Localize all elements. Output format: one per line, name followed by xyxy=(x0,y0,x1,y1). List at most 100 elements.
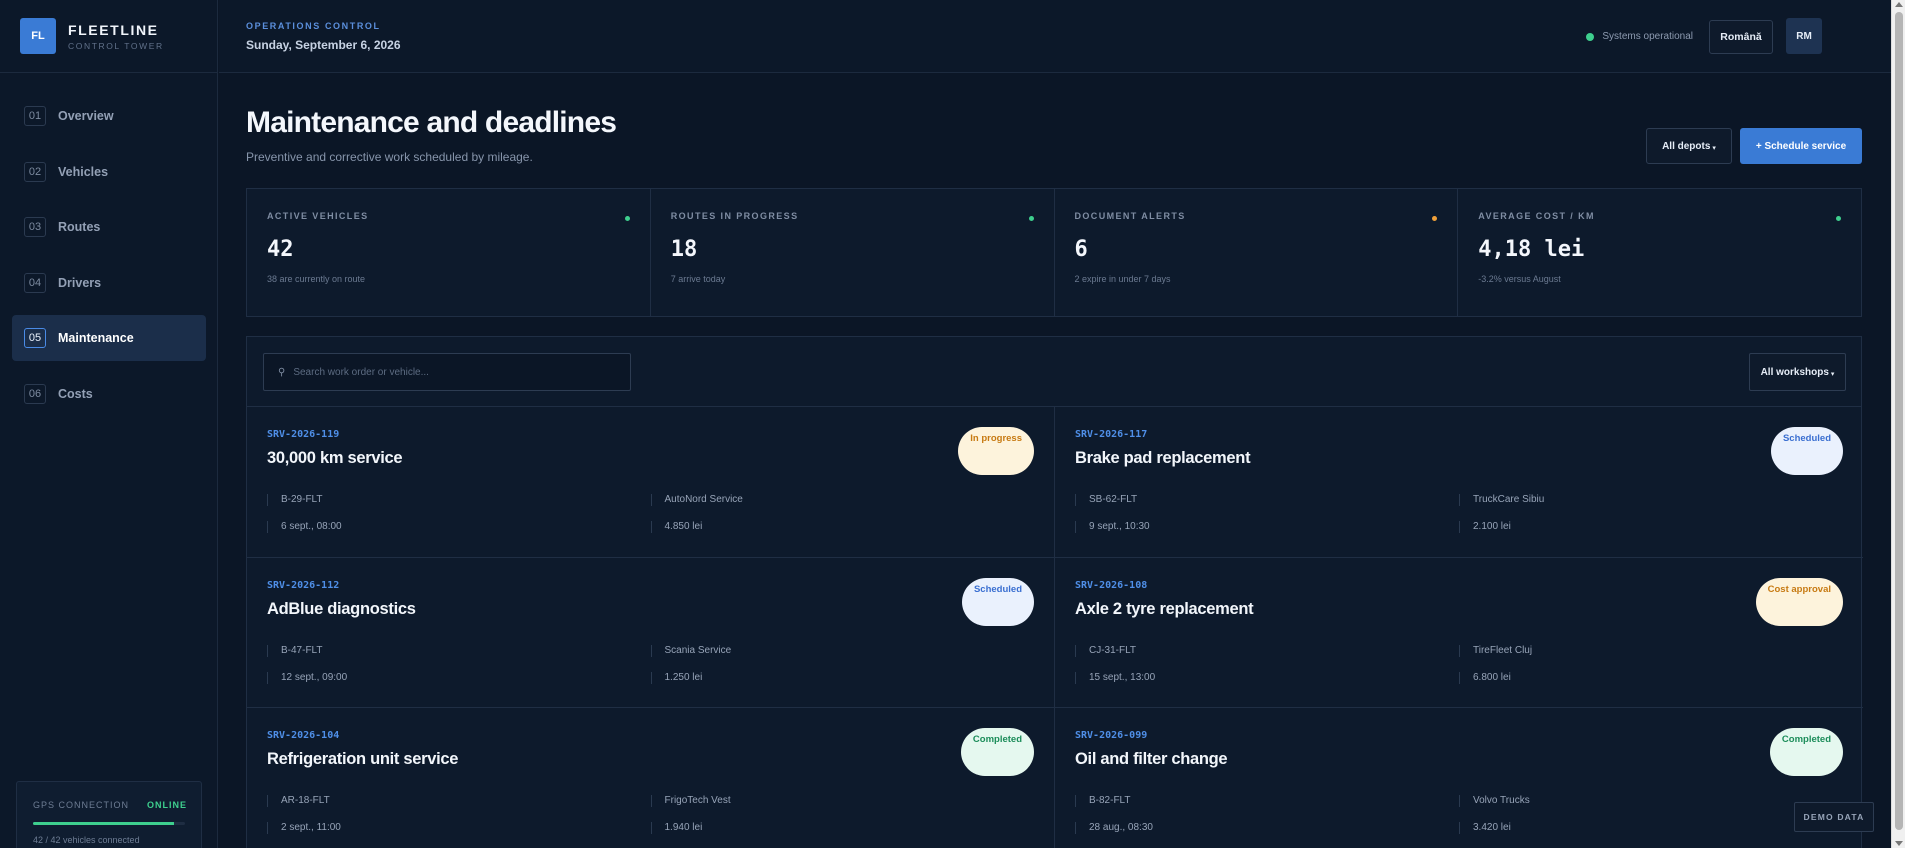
kpi-label: AVERAGE COST / KM xyxy=(1478,211,1595,221)
depot-filter-button[interactable]: All depots ▾ xyxy=(1646,128,1732,164)
sidebar-item-label: Maintenance xyxy=(58,331,134,346)
sidebar: FL FLEETLINE CONTROL TOWER 01 Overview 0… xyxy=(0,0,218,848)
page-title: Maintenance and deadlines xyxy=(246,106,617,139)
kpi-label: ROUTES IN PROGRESS xyxy=(670,211,799,221)
appointment-date: 15 sept., 13:00 xyxy=(1075,671,1459,684)
status-dot-icon xyxy=(1836,216,1841,221)
gps-connection-card: GPS CONNECTION ONLINE 42 / 42 vehicles c… xyxy=(16,781,202,848)
kpi-note: -3.2% versus August xyxy=(1478,274,1561,284)
vertical-scrollbar[interactable] xyxy=(1891,0,1905,848)
status-badge: Scheduled xyxy=(961,577,1034,626)
work-order-card[interactable]: SRV-2026-104 Refrigeration unit service … xyxy=(247,708,1055,848)
status-badge: Scheduled xyxy=(1770,427,1843,475)
appointment-date: 6 sept., 08:00 xyxy=(267,521,651,533)
kpi-value: 18 xyxy=(670,237,698,262)
demo-data-badge[interactable]: DEMO DATA xyxy=(1794,802,1874,832)
work-order-card[interactable]: SRV-2026-119 30,000 km service In progre… xyxy=(247,407,1055,558)
kpi-average-cost: AVERAGE COST / KM 4,18 lei -3.2% versus … xyxy=(1458,189,1861,316)
section-eyebrow: OPERATIONS CONTROL xyxy=(246,21,381,31)
avatar[interactable]: RM xyxy=(1786,18,1822,54)
status-badge: Completed xyxy=(960,728,1034,776)
work-order-title: Oil and filter change xyxy=(1075,750,1228,768)
brand-name: FLEETLINE xyxy=(68,21,159,38)
workshop-filter-label: All workshops xyxy=(1760,366,1829,378)
work-order-id: SRV-2026-108 xyxy=(1075,579,1148,591)
sidebar-item-costs[interactable]: 06 Costs xyxy=(12,371,206,417)
schedule-service-button[interactable]: + Schedule service xyxy=(1740,128,1862,164)
work-order-card[interactable]: SRV-2026-117 Brake pad replacement Sched… xyxy=(1055,407,1863,558)
page-subtitle: Preventive and corrective work scheduled… xyxy=(246,150,533,164)
kpi-value: 42 xyxy=(267,237,294,262)
workshop-name: TruckCare Sibiu xyxy=(1459,494,1843,506)
work-order-id: SRV-2026-112 xyxy=(267,579,340,591)
gps-progress-fill xyxy=(33,822,175,825)
service-cost: 4.850 lei xyxy=(650,521,1035,533)
service-cost: 2.100 lei xyxy=(1459,521,1843,533)
work-orders-panel: ⚲ All workshops ▾ SRV-2026-119 30,000 km… xyxy=(246,336,1863,848)
search-input[interactable] xyxy=(293,366,614,378)
kpi-label: DOCUMENT ALERTS xyxy=(1074,211,1186,221)
work-order-title: 30,000 km service xyxy=(267,449,403,467)
work-order-id: SRV-2026-099 xyxy=(1075,730,1148,741)
sidebar-item-label: Routes xyxy=(58,220,101,235)
sidebar-item-vehicles[interactable]: 02 Vehicles xyxy=(12,149,206,195)
system-status-text: Systems operational xyxy=(1602,31,1693,42)
vehicle-plate: AR-18-FLT xyxy=(267,795,651,807)
work-order-card[interactable]: SRV-2026-108 Axle 2 tyre replacement Cos… xyxy=(1055,558,1863,708)
service-cost: 6.800 lei xyxy=(1459,671,1843,684)
kpi-note: 2 expire in under 7 days xyxy=(1074,274,1171,284)
workshop-name: FrigoTech Vest xyxy=(650,795,1035,807)
brand[interactable]: FL FLEETLINE CONTROL TOWER xyxy=(0,0,217,73)
work-order-title: Refrigeration unit service xyxy=(267,750,459,768)
sidebar-nav: 01 Overview 02 Vehicles 03 Routes 04 Dri… xyxy=(12,93,206,427)
search-box: ⚲ xyxy=(263,353,631,391)
sidebar-item-routes[interactable]: 03 Routes xyxy=(12,204,206,250)
appointment-date: 12 sept., 09:00 xyxy=(267,671,651,684)
language-button[interactable]: Română xyxy=(1709,20,1773,54)
sidebar-item-number: 03 xyxy=(24,217,46,238)
kpi-note: 38 are currently on route xyxy=(267,274,366,284)
service-cost: 1.250 lei xyxy=(650,671,1035,684)
appointment-date: 2 sept., 11:00 xyxy=(267,822,651,834)
work-order-grid: SRV-2026-119 30,000 km service In progre… xyxy=(247,407,1863,848)
work-order-card[interactable]: SRV-2026-099 Oil and filter change Compl… xyxy=(1055,708,1863,848)
workshop-name: Volvo Trucks xyxy=(1459,795,1843,807)
sidebar-item-number: 02 xyxy=(24,161,46,182)
work-order-title: Brake pad replacement xyxy=(1075,449,1251,467)
current-date: Sunday, September 6, 2026 xyxy=(246,38,401,52)
status-dot-icon xyxy=(1028,216,1034,221)
status-dot-icon xyxy=(1586,32,1595,41)
work-order-id: SRV-2026-119 xyxy=(267,429,340,440)
workshop-filter-button[interactable]: All workshops ▾ xyxy=(1749,353,1846,391)
service-cost: 3.420 lei xyxy=(1459,822,1843,834)
sidebar-item-number: 05 xyxy=(24,328,46,349)
sidebar-item-drivers[interactable]: 04 Drivers xyxy=(12,260,206,306)
gps-progress-bar xyxy=(33,822,185,825)
chevron-down-icon: ▾ xyxy=(1830,371,1835,378)
sidebar-item-label: Vehicles xyxy=(58,164,109,179)
kpi-note: 7 arrive today xyxy=(670,274,726,284)
vehicle-plate: SB-62-FLT xyxy=(1075,494,1459,506)
scroll-down-icon[interactable] xyxy=(1895,841,1903,846)
service-cost: 1.940 lei xyxy=(650,822,1035,834)
gps-status: ONLINE xyxy=(146,800,187,810)
work-order-title: AdBlue diagnostics xyxy=(267,599,416,618)
vehicle-plate: B-82-FLT xyxy=(1075,795,1459,807)
search-icon: ⚲ xyxy=(278,366,286,378)
chevron-down-icon: ▾ xyxy=(1712,145,1716,152)
main-content: Maintenance and deadlines Preventive and… xyxy=(219,74,1891,848)
workshop-name: AutoNord Service xyxy=(650,494,1035,506)
workshop-name: TireFleet Cluj xyxy=(1459,644,1843,657)
sidebar-item-number: 01 xyxy=(24,106,46,126)
status-badge: Cost approval xyxy=(1755,577,1843,626)
kpi-document-alerts: DOCUMENT ALERTS 6 2 expire in under 7 da… xyxy=(1055,189,1459,316)
sidebar-item-label: Drivers xyxy=(58,275,102,290)
kpi-value: 6 xyxy=(1074,237,1088,262)
sidebar-item-maintenance[interactable]: 05 Maintenance xyxy=(12,315,206,362)
sidebar-item-overview[interactable]: 01 Overview xyxy=(12,93,206,139)
scrollbar-thumb[interactable] xyxy=(1895,12,1903,830)
status-badge: Completed xyxy=(1769,728,1843,776)
work-order-id: SRV-2026-104 xyxy=(267,730,340,741)
work-order-card[interactable]: SRV-2026-112 AdBlue diagnostics Schedule… xyxy=(247,557,1055,708)
scroll-up-icon[interactable] xyxy=(1895,2,1903,7)
